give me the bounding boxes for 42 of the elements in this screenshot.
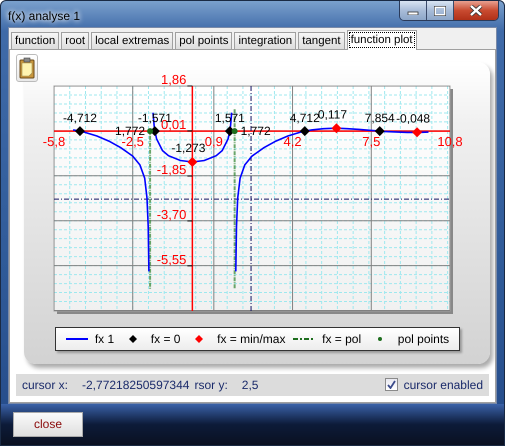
legend-label: pol points xyxy=(398,332,450,346)
legend-label: fx = min/max xyxy=(217,332,286,346)
tab[interactable]: function xyxy=(11,32,60,49)
legend-line-icon xyxy=(66,338,88,340)
point-label: -0,048 xyxy=(396,111,430,126)
minimize-button[interactable] xyxy=(400,1,427,20)
cursor-x-value: -2,77218250597344 xyxy=(82,378,190,392)
axis-label: 0,9 xyxy=(204,134,223,149)
maximize-button[interactable] xyxy=(427,1,454,20)
point-label: -4,712 xyxy=(62,110,97,125)
legend-label: fx = 0 xyxy=(150,332,180,346)
tab[interactable]: tangent xyxy=(298,32,345,49)
axis-label: 10,8 xyxy=(437,134,463,149)
tab[interactable]: function plot xyxy=(346,30,417,50)
axis-label: 7,5 xyxy=(362,134,380,149)
axis-label: -3,70 xyxy=(156,206,186,222)
tab[interactable]: integration xyxy=(234,32,296,49)
cursor-y-label: rsor y: xyxy=(194,378,228,392)
close-icon xyxy=(469,5,483,16)
axis-label: -5,8 xyxy=(42,134,66,149)
axis-label: 1,86 xyxy=(161,72,186,87)
axis-label: 4,2 xyxy=(284,134,302,149)
clipboard-button[interactable] xyxy=(16,54,38,82)
checkbox[interactable] xyxy=(384,378,398,392)
axis-label: -1,85 xyxy=(156,162,186,177)
close-button[interactable] xyxy=(454,1,498,20)
point-label: 7,854 xyxy=(364,110,395,125)
tab[interactable]: pol points xyxy=(175,32,232,49)
clipboard-icon xyxy=(19,56,35,79)
legend-label: fx = pol xyxy=(322,332,362,346)
cursor-x-label: cursor x: xyxy=(22,378,68,392)
tab[interactable]: root xyxy=(61,32,90,49)
point-label: 4,712 xyxy=(290,110,320,125)
tab[interactable]: local extremas xyxy=(91,32,174,49)
legend-line-icon xyxy=(293,338,316,340)
close-button[interactable]: close xyxy=(13,412,83,437)
cursor-y-value: 2,5 xyxy=(242,378,258,392)
window-title: f(x) analyse 1 xyxy=(8,9,80,23)
checkbox-label: cursor enabled xyxy=(404,378,483,392)
maximize-icon xyxy=(434,6,446,16)
axis-label: -5,55 xyxy=(156,252,186,267)
legend-label: fx 1 xyxy=(94,332,114,346)
